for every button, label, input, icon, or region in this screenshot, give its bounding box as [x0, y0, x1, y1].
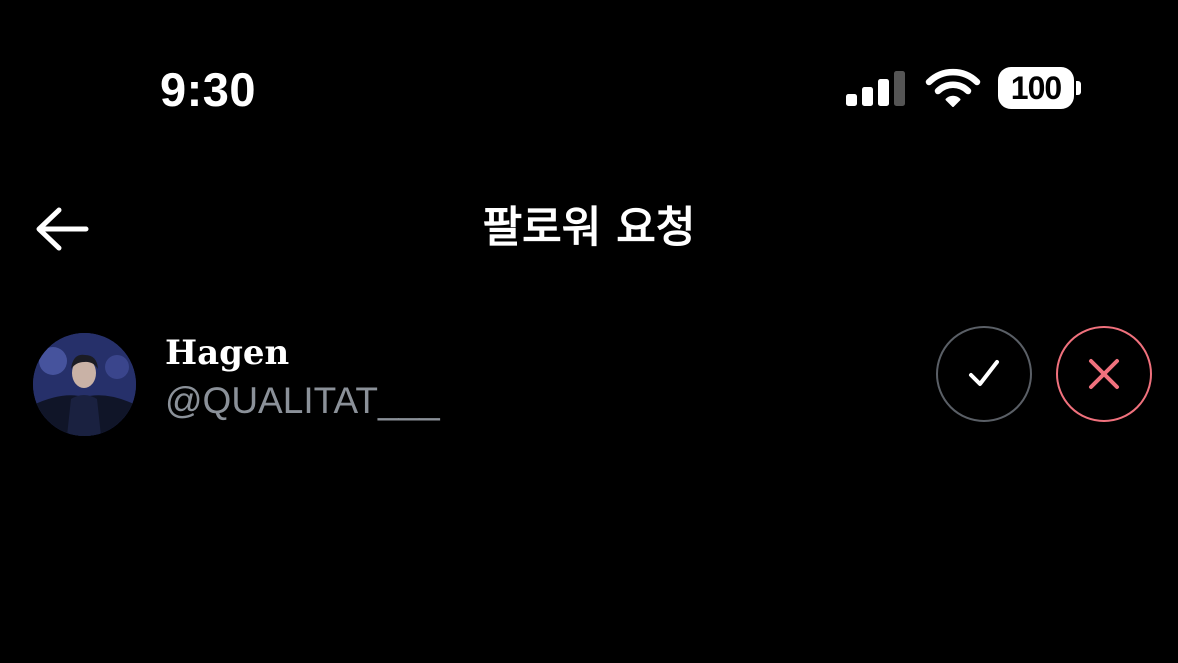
- battery-level: 100: [998, 67, 1074, 109]
- cellular-signal-icon: [846, 71, 905, 106]
- list-item[interactable]: Hagen @QUALITAT___: [0, 320, 1178, 450]
- decline-request-button[interactable]: [1056, 326, 1152, 422]
- page-title: 팔로워 요청: [482, 203, 696, 253]
- checkmark-icon: [969, 360, 999, 386]
- battery-indicator: 100: [998, 67, 1082, 109]
- battery-cap: [1076, 81, 1081, 95]
- status-time: 9:30: [160, 63, 257, 116]
- accept-request-button[interactable]: [936, 326, 1032, 422]
- close-icon: [1089, 359, 1119, 389]
- display-name[interactable]: Hagen: [165, 330, 289, 376]
- wifi-icon: [925, 68, 981, 107]
- avatar[interactable]: [33, 333, 136, 436]
- user-handle: @QUALITAT___: [165, 380, 440, 421]
- avatar-image: [33, 333, 136, 436]
